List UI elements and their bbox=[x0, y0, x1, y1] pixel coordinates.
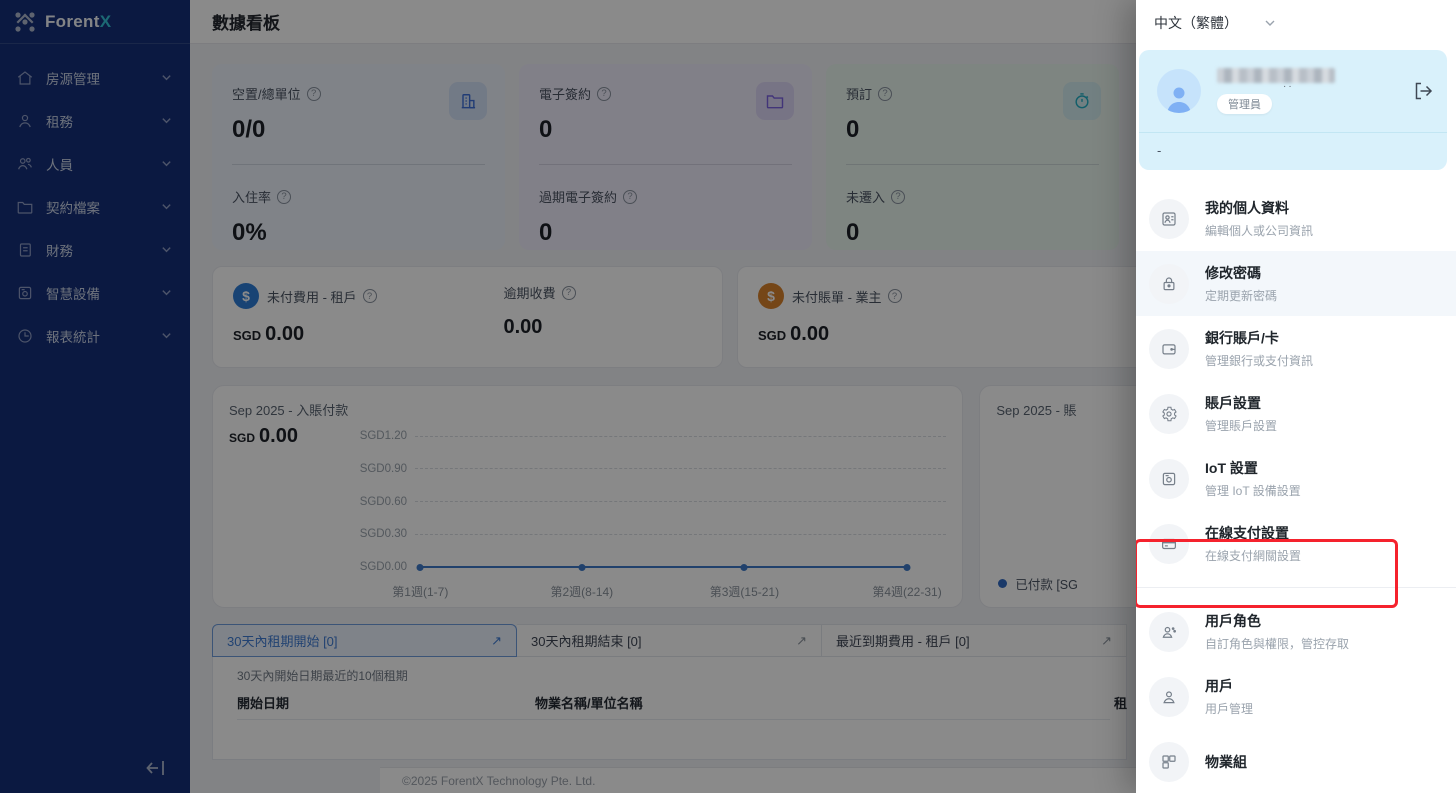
user-icon bbox=[1149, 677, 1189, 717]
group-icon bbox=[1149, 742, 1189, 782]
divider bbox=[1136, 587, 1456, 588]
drawer-menu: 我的個人資料 編輯個人或公司資訊 修改密碼 定期更新密碼 銀行賬戶/卡 bbox=[1136, 186, 1456, 793]
drawer-item-account-settings[interactable]: 賬戶設置 管理賬戶設置 bbox=[1136, 381, 1456, 446]
language-label: 中文（繁體） bbox=[1154, 13, 1238, 33]
credit-card-icon bbox=[1149, 524, 1189, 564]
user-card: ·· 管理員 - bbox=[1139, 50, 1447, 170]
lock-icon bbox=[1149, 264, 1189, 304]
drawer-item-change-password[interactable]: 修改密碼 定期更新密碼 bbox=[1136, 251, 1456, 316]
menu-subtitle: 在線支付網關設置 bbox=[1205, 547, 1301, 564]
user-name-redacted bbox=[1217, 68, 1335, 83]
iot-device-icon bbox=[1149, 459, 1189, 499]
menu-title: 銀行賬戶/卡 bbox=[1205, 328, 1313, 348]
menu-title: 修改密碼 bbox=[1205, 263, 1277, 283]
drawer-item-iot-settings[interactable]: IoT 設置 管理 IoT 設備設置 bbox=[1136, 446, 1456, 511]
logout-icon[interactable] bbox=[1413, 81, 1433, 101]
wallet-icon bbox=[1149, 329, 1189, 369]
user-role-icon bbox=[1149, 612, 1189, 652]
language-selector[interactable]: 中文（繁體） bbox=[1136, 0, 1456, 33]
menu-title: 用戶 bbox=[1205, 676, 1253, 696]
menu-title: IoT 設置 bbox=[1205, 458, 1301, 478]
menu-subtitle: 管理 IoT 設備設置 bbox=[1205, 482, 1301, 499]
menu-subtitle: 自訂角色與權限，管控存取 bbox=[1205, 635, 1349, 652]
menu-title: 在線支付設置 bbox=[1205, 523, 1301, 543]
menu-title: 我的個人資料 bbox=[1205, 198, 1313, 218]
gear-icon bbox=[1149, 394, 1189, 434]
menu-subtitle: 管理銀行或支付資訊 bbox=[1205, 352, 1313, 369]
user-note: - bbox=[1139, 132, 1447, 170]
app-root: ForentX 房源管理 租務 人員 契約檔案 bbox=[0, 0, 1456, 793]
role-badge: 管理員 bbox=[1217, 94, 1272, 114]
drawer-item-users[interactable]: 用戶 用戶管理 bbox=[1136, 664, 1456, 729]
account-settings-drawer: 中文（繁體） ·· 管理員 - bbox=[1136, 0, 1456, 793]
drawer-item-user-roles[interactable]: 用戶角色 自訂角色與權限，管控存取 bbox=[1136, 599, 1456, 664]
menu-subtitle: 定期更新密碼 bbox=[1205, 287, 1277, 304]
menu-title: 賬戶設置 bbox=[1205, 393, 1277, 413]
drawer-item-online-payment-settings[interactable]: 在線支付設置 在線支付網關設置 bbox=[1136, 511, 1456, 576]
menu-title: 用戶角色 bbox=[1205, 611, 1349, 631]
profile-card-icon bbox=[1149, 199, 1189, 239]
drawer-item-property-group[interactable]: 物業組 bbox=[1136, 729, 1456, 793]
chevron-down-icon bbox=[1264, 17, 1276, 29]
avatar bbox=[1157, 69, 1201, 113]
menu-subtitle: 用戶管理 bbox=[1205, 700, 1253, 717]
drawer-item-my-profile[interactable]: 我的個人資料 編輯個人或公司資訊 bbox=[1136, 186, 1456, 251]
menu-subtitle: 管理賬戶設置 bbox=[1205, 417, 1277, 434]
drawer-item-bank-accounts[interactable]: 銀行賬戶/卡 管理銀行或支付資訊 bbox=[1136, 316, 1456, 381]
menu-title: 物業組 bbox=[1205, 752, 1247, 772]
menu-subtitle: 編輯個人或公司資訊 bbox=[1205, 222, 1313, 239]
